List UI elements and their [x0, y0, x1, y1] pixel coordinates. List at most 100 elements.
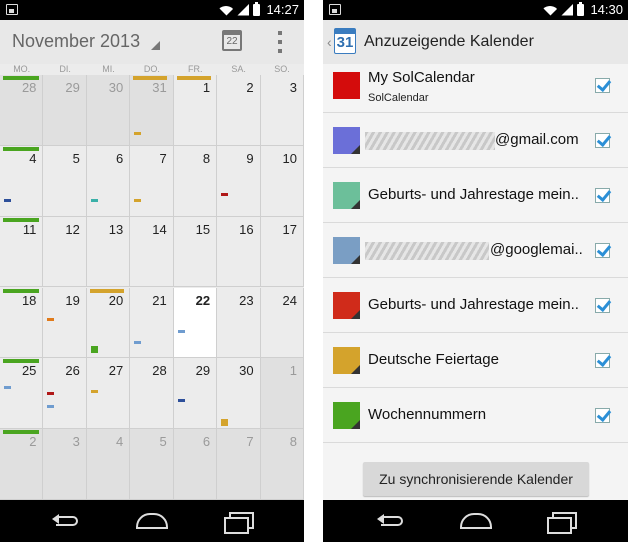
day-cell[interactable]: 2: [217, 75, 261, 146]
back-icon[interactable]: [377, 514, 403, 528]
weekday-label: DO.: [143, 64, 160, 74]
calendar-row-birthdays-1[interactable]: Geburts- und Jahrestage mein..: [323, 168, 628, 223]
calendar-name: Deutsche Feiertage: [368, 351, 499, 368]
day-cell[interactable]: 28: [0, 75, 44, 146]
calendar-row-googlemail[interactable]: @googlemai..: [323, 223, 628, 278]
day-cell[interactable]: 26: [43, 358, 87, 430]
event-marker: [47, 405, 55, 409]
day-cell[interactable]: 20: [86, 287, 131, 359]
day-cell[interactable]: 17: [260, 216, 304, 288]
day-cell[interactable]: 3: [43, 429, 87, 500]
app-icon-day: 31: [336, 34, 354, 51]
day-cell[interactable]: 30: [217, 358, 261, 430]
day-number: 17: [282, 221, 297, 237]
day-cell[interactable]: 19: [43, 287, 87, 359]
day-cell[interactable]: 5: [130, 429, 174, 500]
calendar-app-icon[interactable]: 31: [334, 28, 356, 54]
day-cell[interactable]: 14: [130, 216, 174, 288]
day-cell[interactable]: 28: [130, 358, 174, 430]
week-event-bar: [3, 288, 39, 293]
day-cell[interactable]: 4: [86, 429, 131, 500]
calendar-row-gmail[interactable]: @gmail.com: [323, 113, 628, 168]
day-cell[interactable]: 9: [217, 145, 261, 217]
day-number: 15: [195, 221, 211, 237]
day-number: 28: [152, 363, 167, 379]
calendar-checkbox[interactable]: [595, 78, 610, 93]
day-number: 30: [108, 80, 124, 95]
day-cell[interactable]: 29: [43, 75, 87, 146]
day-number: 10: [282, 150, 297, 166]
status-bar: 14:30: [323, 0, 628, 20]
calendar-checkbox[interactable]: [595, 298, 610, 313]
event-marker: [134, 198, 142, 202]
day-number: 9: [246, 150, 254, 166]
day-cell[interactable]: 25: [0, 358, 44, 430]
day-cell[interactable]: 11: [0, 216, 44, 288]
calendar-color-swatch: [333, 72, 360, 99]
day-cell[interactable]: 5: [43, 145, 87, 217]
day-cell[interactable]: 23: [217, 287, 261, 359]
day-cell[interactable]: 27: [86, 358, 131, 430]
calendar-checkbox[interactable]: [595, 353, 610, 368]
calendar-row-solcalendar[interactable]: My SolCalendar SolCalendar: [323, 58, 628, 113]
day-cell[interactable]: 30: [86, 75, 131, 146]
day-cell[interactable]: 6: [173, 429, 218, 500]
calendar-name: @googlemai..: [490, 241, 583, 258]
day-cell[interactable]: 15: [173, 216, 218, 288]
day-cell[interactable]: 10: [260, 145, 304, 217]
weekday-label: FR.: [188, 64, 203, 74]
day-cell[interactable]: 18: [0, 287, 44, 359]
day-cell[interactable]: 21: [130, 287, 174, 359]
day-cell[interactable]: 7: [217, 429, 261, 500]
status-bar: 14:27: [0, 0, 304, 20]
up-navigation-icon[interactable]: ‹: [327, 34, 332, 50]
event-marker: [90, 345, 98, 353]
overflow-menu-icon[interactable]: [277, 31, 283, 53]
day-cell[interactable]: 12: [43, 216, 87, 288]
week-event-bar: [89, 288, 124, 293]
calendar-row-week-numbers[interactable]: Wochennummern: [323, 388, 628, 443]
day-number: 29: [65, 80, 80, 95]
calendar-color-swatch: [333, 292, 360, 319]
day-cell[interactable]: 31: [130, 75, 174, 146]
back-icon[interactable]: [52, 514, 78, 528]
calendar-checkbox[interactable]: [595, 188, 610, 203]
home-icon[interactable]: [136, 513, 168, 529]
day-cell[interactable]: 16: [217, 216, 261, 288]
day-cell[interactable]: 29: [173, 358, 218, 430]
calendar-checkbox[interactable]: [595, 133, 610, 148]
calendar-checkbox[interactable]: [595, 408, 610, 423]
day-cell[interactable]: 8: [173, 145, 218, 217]
calendar-row-birthdays-2[interactable]: Geburts- und Jahrestage mein..: [323, 278, 628, 333]
day-cell[interactable]: 22: [173, 287, 218, 359]
calendar-checkbox[interactable]: [595, 243, 610, 258]
day-number: 3: [289, 80, 297, 95]
day-number: 19: [65, 292, 80, 308]
home-icon[interactable]: [460, 513, 492, 529]
day-cell[interactable]: 24: [260, 287, 304, 359]
day-number: 1: [202, 80, 211, 95]
day-cell[interactable]: 7: [130, 145, 174, 217]
day-cell[interactable]: 8: [260, 429, 304, 500]
day-number: 28: [21, 80, 37, 95]
day-cell[interactable]: 4: [0, 145, 44, 217]
day-cell[interactable]: 3: [260, 75, 304, 146]
month-title[interactable]: November 2013: [12, 31, 140, 52]
day-cell[interactable]: 1: [260, 358, 304, 430]
day-number: 27: [108, 363, 124, 379]
sync-calendars-button[interactable]: Zu synchronisierende Kalender: [363, 462, 589, 496]
day-cell[interactable]: 6: [86, 145, 131, 217]
dropdown-caret-icon[interactable]: [151, 41, 160, 50]
day-cell[interactable]: 2: [0, 429, 44, 500]
day-cell[interactable]: 1: [173, 75, 218, 146]
day-number: 4: [29, 150, 37, 166]
day-number: 3: [72, 434, 80, 450]
today-calendar-icon[interactable]: 22: [222, 30, 242, 51]
day-number: 4: [116, 434, 124, 450]
recent-apps-icon[interactable]: [224, 512, 254, 534]
event-marker: [221, 419, 229, 427]
recent-apps-icon[interactable]: [547, 512, 577, 534]
day-cell[interactable]: 13: [86, 216, 131, 288]
calendar-row-holidays[interactable]: Deutsche Feiertage: [323, 333, 628, 388]
calendar-settings-screen: 14:30 ‹ 31 Anzuzeigende Kalender My SolC…: [323, 0, 628, 542]
